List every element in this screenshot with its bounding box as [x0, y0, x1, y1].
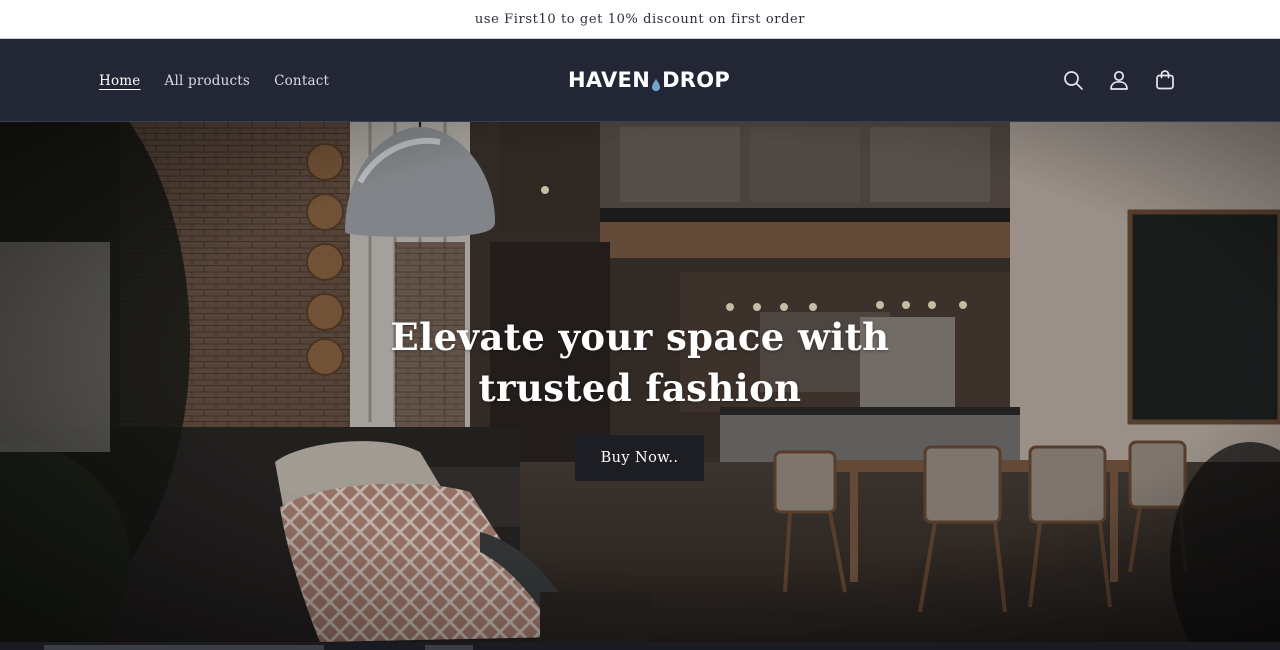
logo-text-left: HAVEN: [568, 68, 651, 92]
hero-title-line-1: Elevate your space with: [390, 315, 890, 359]
hero-title-line-2: trusted fashion: [478, 366, 802, 410]
search-icon[interactable]: [1060, 64, 1086, 96]
bottom-taskbar-strip: [0, 642, 1280, 650]
cart-icon[interactable]: [1152, 64, 1178, 96]
taskbar-segment: [44, 645, 324, 650]
logo-text-right: DROP: [662, 68, 731, 92]
site-logo[interactable]: HAVEN DROP: [568, 67, 730, 93]
announcement-bar: use First10 to get 10% discount on first…: [0, 0, 1280, 39]
water-drop-icon: [651, 73, 661, 92]
taskbar-segment: [425, 645, 473, 650]
announcement-text: use First10 to get 10% discount on first…: [474, 11, 806, 27]
main-nav: Home All products Contact: [99, 39, 329, 122]
nav-link-home[interactable]: Home: [99, 73, 141, 89]
buy-now-button[interactable]: Buy Now..: [575, 435, 704, 481]
site-header: Home All products Contact HAVEN DROP: [0, 39, 1280, 122]
hero-title: Elevate your space with trusted fashion: [340, 312, 940, 414]
header-icons: [1060, 64, 1178, 96]
hero-banner: Elevate your space with trusted fashion …: [0, 122, 1280, 642]
nav-link-all-products[interactable]: All products: [165, 73, 251, 89]
account-icon[interactable]: [1106, 64, 1132, 96]
nav-link-contact[interactable]: Contact: [274, 73, 329, 89]
